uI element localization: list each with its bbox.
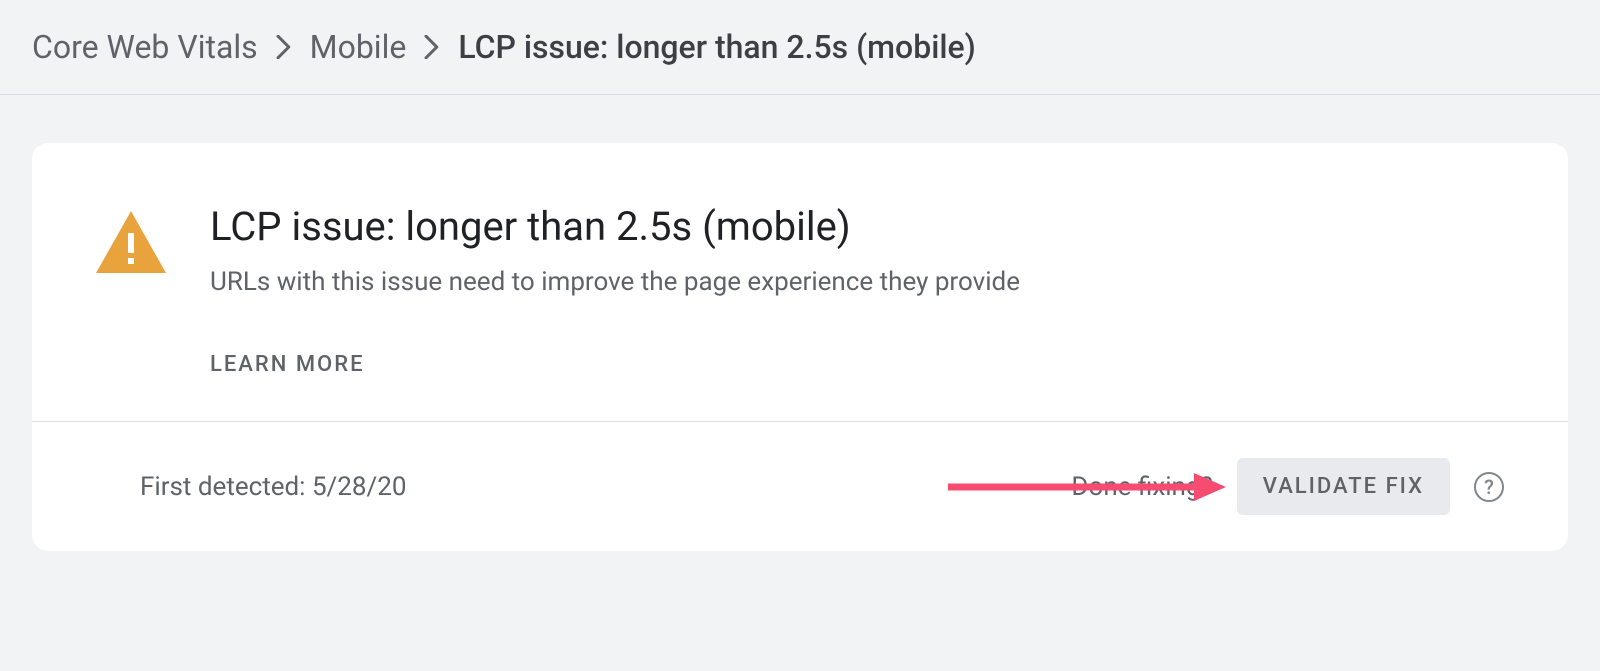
breadcrumb-item-platform[interactable]: Mobile (310, 28, 407, 66)
first-detected-label: First detected: (140, 472, 305, 502)
breadcrumb-item-root[interactable]: Core Web Vitals (32, 28, 258, 66)
breadcrumb: Core Web Vitals Mobile LCP issue: longer… (32, 28, 1568, 66)
chevron-right-icon (276, 35, 292, 59)
validate-fix-button[interactable]: VALIDATE FIX (1237, 458, 1450, 515)
issue-content: LCP issue: longer than 2.5s (mobile) URL… (210, 203, 1504, 377)
validate-actions: Done fixing? VALIDATE FIX ? (1071, 458, 1504, 515)
issue-footer: First detected: 5/28/20 Done fixing? VAL… (32, 422, 1568, 551)
breadcrumb-item-current: LCP issue: longer than 2.5s (mobile) (458, 28, 976, 66)
issue-title: LCP issue: longer than 2.5s (mobile) (210, 203, 1504, 251)
first-detected: First detected: 5/28/20 (140, 472, 406, 502)
first-detected-date: 5/28/20 (312, 472, 407, 502)
done-fixing-label: Done fixing? (1071, 472, 1212, 502)
chevron-right-icon (424, 35, 440, 59)
warning-icon (96, 211, 166, 277)
issue-summary: LCP issue: longer than 2.5s (mobile) URL… (32, 143, 1568, 422)
page-header: Core Web Vitals Mobile LCP issue: longer… (0, 0, 1600, 95)
issue-subtitle: URLs with this issue need to improve the… (210, 265, 1504, 300)
help-icon[interactable]: ? (1474, 472, 1504, 502)
learn-more-link[interactable]: LEARN MORE (210, 352, 365, 377)
issue-card: LCP issue: longer than 2.5s (mobile) URL… (32, 143, 1568, 551)
